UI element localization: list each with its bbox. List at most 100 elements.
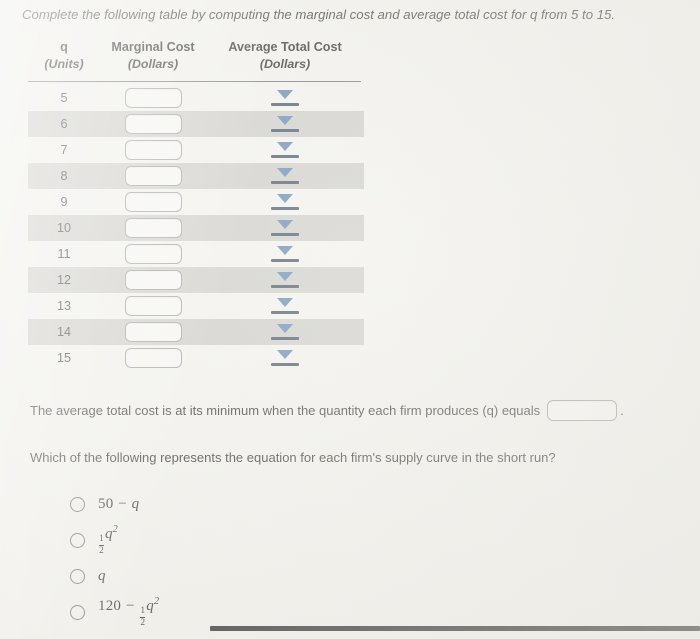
cell-marginal-cost — [100, 348, 206, 368]
table-row: 7 — [28, 137, 364, 163]
radio-button-icon[interactable] — [70, 496, 85, 512]
dropdown-underline — [271, 129, 299, 132]
radio-option-label: 50 − q — [98, 495, 140, 512]
cell-average-total-cost — [206, 271, 364, 289]
average-total-cost-dropdown[interactable] — [270, 349, 300, 367]
radio-option-3[interactable]: q — [70, 558, 570, 594]
marginal-cost-input[interactable] — [124, 244, 182, 264]
column-header-q-sub: (Units) — [44, 57, 84, 71]
minimum-atc-statement: The average total cost is at its minimum… — [30, 400, 680, 421]
dropdown-underline — [271, 337, 299, 340]
radio-option-1[interactable]: 50 − q — [70, 486, 570, 522]
cell-average-total-cost — [206, 349, 364, 367]
average-total-cost-dropdown[interactable] — [270, 89, 300, 107]
dropdown-underline — [271, 311, 299, 314]
cell-quantity: 10 — [56, 221, 71, 235]
table-row: 10 — [28, 215, 364, 241]
marginal-cost-input[interactable] — [124, 88, 182, 108]
cell-marginal-cost — [100, 140, 206, 160]
chevron-down-icon — [277, 142, 293, 151]
average-total-cost-dropdown[interactable] — [270, 271, 300, 289]
column-header-marginal-cost-sub: (Dollars) — [127, 57, 179, 71]
marginal-cost-input[interactable] — [124, 114, 182, 134]
table-body: 5 6 7 8 9 10 11 12 13 14 15 — [28, 85, 364, 371]
radio-button-icon[interactable] — [70, 568, 85, 584]
chevron-down-icon — [277, 220, 293, 229]
marginal-cost-input[interactable] — [124, 348, 182, 368]
marginal-cost-input[interactable] — [124, 296, 182, 316]
dropdown-underline — [271, 259, 299, 262]
radio-option-4[interactable]: 120 − 1 2 q2 — [70, 594, 570, 630]
marginal-cost-input[interactable] — [124, 270, 182, 290]
average-total-cost-dropdown[interactable] — [270, 115, 300, 133]
average-total-cost-dropdown[interactable] — [270, 193, 300, 211]
chevron-down-icon — [277, 90, 293, 99]
radio-option-label: q — [98, 567, 106, 584]
cell-marginal-cost — [100, 114, 206, 134]
table-row: 13 — [28, 293, 364, 319]
column-header-marginal-cost-title: Marginal Cost — [111, 40, 195, 54]
minimum-quantity-input[interactable] — [547, 400, 618, 421]
cell-quantity: 11 — [57, 247, 71, 261]
table-row: 14 — [28, 319, 364, 345]
cell-average-total-cost — [206, 219, 364, 237]
supply-curve-question: Which of the following represents the eq… — [30, 450, 556, 465]
cell-average-total-cost — [206, 167, 364, 185]
top-instruction: Complete the following table by computin… — [22, 7, 616, 22]
average-total-cost-dropdown[interactable] — [270, 219, 300, 237]
table-row: 12 — [28, 267, 364, 293]
average-total-cost-dropdown[interactable] — [270, 297, 300, 315]
table-row: 5 — [28, 85, 364, 111]
dropdown-underline — [271, 207, 299, 210]
dropdown-underline — [271, 155, 299, 158]
cell-quantity: 6 — [60, 117, 68, 131]
average-total-cost-dropdown[interactable] — [270, 323, 300, 341]
cell-marginal-cost — [100, 192, 206, 212]
marginal-cost-input[interactable] — [124, 166, 182, 186]
column-header-average-total-cost-title: Average Total Cost — [228, 40, 342, 54]
cell-average-total-cost — [206, 193, 364, 211]
table-row: 8 — [28, 163, 364, 189]
table-row: 9 — [28, 189, 364, 215]
dropdown-underline — [271, 181, 299, 184]
cell-quantity: 13 — [56, 299, 71, 313]
chevron-down-icon — [277, 350, 293, 359]
average-total-cost-dropdown[interactable] — [270, 167, 300, 185]
chevron-down-icon — [277, 298, 293, 307]
radio-option-label: 120 − 1 2 q2 — [98, 595, 160, 628]
header-divider — [28, 81, 361, 82]
cell-marginal-cost — [100, 218, 206, 238]
chevron-down-icon — [277, 246, 293, 255]
marginal-cost-input[interactable] — [124, 322, 182, 342]
table-row: 11 — [28, 241, 364, 267]
cell-quantity: 7 — [60, 143, 68, 157]
cell-marginal-cost — [100, 166, 206, 186]
cost-table: q (Units) Marginal Cost (Dollars) Averag… — [28, 40, 364, 368]
average-total-cost-dropdown[interactable] — [270, 245, 300, 263]
cell-marginal-cost — [100, 296, 206, 316]
supply-curve-options: 50 − q 1 2 q2 q 120 − 1 2 q2 — [70, 486, 570, 630]
marginal-cost-input[interactable] — [124, 218, 182, 238]
column-header-average-total-cost-sub: (Dollars) — [259, 57, 311, 71]
cell-quantity: 12 — [56, 273, 71, 287]
dropdown-underline — [271, 363, 299, 366]
chevron-down-icon — [277, 272, 293, 281]
radio-option-2[interactable]: 1 2 q2 — [70, 522, 570, 558]
cell-average-total-cost — [206, 89, 364, 107]
cell-average-total-cost — [206, 245, 364, 263]
cell-average-total-cost — [206, 323, 364, 341]
cell-quantity: 9 — [60, 195, 68, 209]
radio-button-icon[interactable] — [70, 604, 85, 620]
column-header-marginal-cost: Marginal Cost (Dollars) — [100, 40, 206, 71]
average-total-cost-dropdown[interactable] — [270, 141, 300, 159]
cell-average-total-cost — [206, 115, 364, 133]
cell-marginal-cost — [100, 244, 206, 264]
table-row: 6 — [28, 111, 364, 137]
radio-button-icon[interactable] — [70, 532, 85, 548]
marginal-cost-input[interactable] — [124, 140, 182, 160]
cell-average-total-cost — [206, 297, 364, 315]
marginal-cost-input[interactable] — [124, 192, 182, 212]
column-header-average-total-cost: Average Total Cost (Dollars) — [206, 40, 364, 71]
cell-quantity: 14 — [56, 325, 71, 339]
cell-average-total-cost — [206, 141, 364, 159]
